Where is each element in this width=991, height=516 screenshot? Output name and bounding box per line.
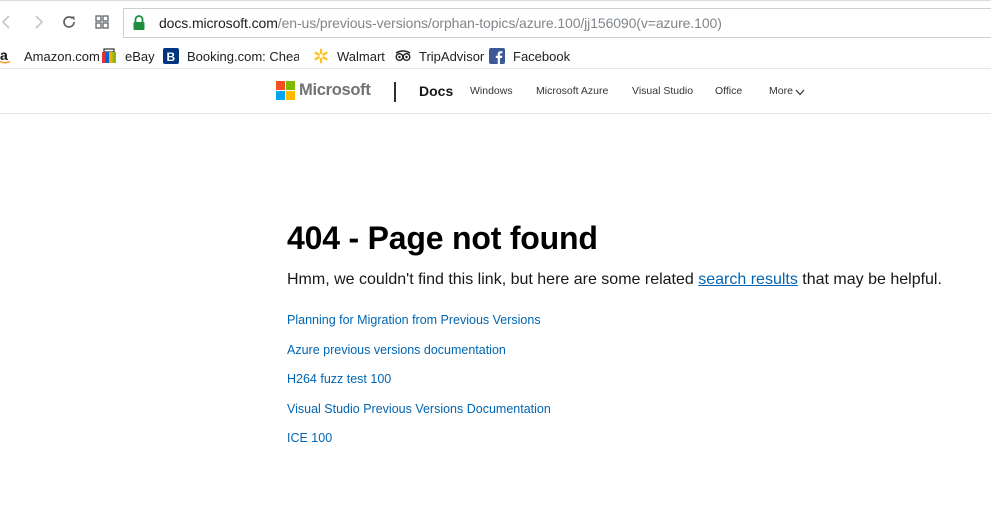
back-arrow-icon	[1, 15, 10, 29]
reload-icon	[63, 16, 75, 28]
lead-text-after: that may be helpful.	[797, 271, 942, 288]
forward-arrow-icon	[35, 15, 44, 29]
bookmark-tripadvisor[interactable]: TripAdvisor	[395, 46, 484, 66]
nav-item-visual-studio[interactable]: Visual Studio	[632, 85, 693, 97]
ebay-icon	[101, 48, 117, 64]
walmart-icon	[313, 48, 329, 64]
page-title: 404 - Page not found	[287, 220, 598, 256]
apps-grid-icon	[95, 15, 109, 29]
bookmark-booking[interactable]: B Booking.com: Cheap	[163, 46, 299, 66]
site-header: Microsoft Docs Windows Microsoft Azure V…	[0, 68, 991, 114]
bookmark-label: TripAdvisor	[419, 48, 485, 64]
url-host: docs.microsoft.com	[159, 15, 278, 31]
browser-toolbar: docs.microsoft.com/en-us/previous-versio…	[0, 0, 991, 44]
main-content: 404 - Page not found Hmm, we couldn't fi…	[287, 218, 987, 460]
microsoft-logo-icon	[276, 81, 295, 100]
result-link-ice[interactable]: ICE 100	[287, 430, 987, 446]
docs-link[interactable]: Docs	[419, 83, 453, 99]
microsoft-logo-link[interactable]: Microsoft	[276, 81, 371, 100]
nav-item-microsoft-azure[interactable]: Microsoft Azure	[536, 85, 608, 97]
address-bar[interactable]: docs.microsoft.com/en-us/previous-versio…	[123, 8, 991, 38]
forward-button[interactable]	[27, 11, 49, 33]
bookmark-label: eBay	[125, 48, 155, 64]
result-link-azure-docs[interactable]: Azure previous versions documentation	[287, 342, 987, 358]
back-button[interactable]	[0, 11, 18, 33]
lock-icon	[132, 15, 146, 31]
nav-item-windows[interactable]: Windows	[470, 85, 513, 97]
bookmark-label: Walmart	[337, 48, 385, 64]
bookmark-label: Booking.com: Cheap	[187, 48, 299, 64]
bookmark-walmart[interactable]: Walmart	[313, 46, 385, 66]
lead-text: Hmm, we couldn't find this link, but her…	[287, 270, 987, 290]
brand-name: Microsoft	[299, 81, 371, 99]
result-link-migration[interactable]: Planning for Migration from Previous Ver…	[287, 312, 987, 328]
bookmark-ebay[interactable]: eBay	[101, 46, 155, 66]
header-divider	[394, 82, 396, 102]
booking-icon: B	[163, 48, 179, 64]
bookmark-facebook[interactable]: Facebook	[489, 46, 570, 66]
bookmark-label: Facebook	[513, 48, 571, 64]
amazon-icon: a	[0, 48, 16, 64]
bookmark-label: Amazon.com	[24, 48, 100, 64]
url-path: /en-us/previous-versions/orphan-topics/a…	[277, 15, 722, 31]
related-results-list: Planning for Migration from Previous Ver…	[287, 312, 987, 446]
result-link-visual-studio[interactable]: Visual Studio Previous Versions Document…	[287, 401, 987, 417]
facebook-icon	[489, 48, 505, 64]
nav-item-office[interactable]: Office	[715, 85, 742, 97]
chevron-down-icon	[795, 89, 805, 96]
nav-more-label: More	[769, 85, 793, 97]
svg-text:B: B	[167, 50, 176, 64]
reload-button[interactable]	[58, 11, 80, 33]
result-link-h264[interactable]: H264 fuzz test 100	[287, 371, 987, 387]
nav-item-more[interactable]: More	[769, 85, 805, 97]
bookmarks-bar: a Amazon.com eBay B Booking.com: Cheap W…	[0, 44, 991, 68]
tripadvisor-icon	[395, 48, 411, 64]
search-results-link[interactable]: search results	[698, 271, 798, 288]
bookmark-amazon[interactable]: a Amazon.com	[0, 46, 100, 66]
lead-text-before: Hmm, we couldn't find this link, but her…	[287, 271, 699, 288]
url-text: docs.microsoft.com/en-us/previous-versio…	[159, 15, 722, 31]
svg-text:a: a	[0, 48, 8, 63]
apps-button[interactable]	[91, 11, 113, 33]
